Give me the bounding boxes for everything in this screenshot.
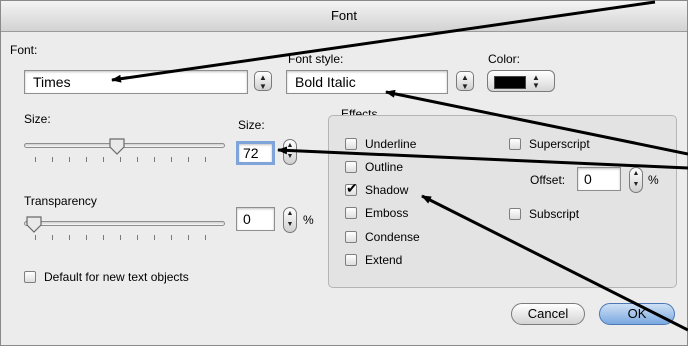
slider-tick xyxy=(154,157,155,162)
shadow-label: Shadow xyxy=(365,183,409,197)
extend-row[interactable]: Extend xyxy=(345,252,402,268)
up-down-arrows-icon: ▲ ▼ xyxy=(532,73,540,90)
subscript-row[interactable]: Subscript xyxy=(509,206,579,222)
offset-stepper[interactable]: ▲ ▼ xyxy=(629,167,643,193)
slider-tick xyxy=(35,157,36,162)
slider-tick xyxy=(69,235,70,240)
emboss-row[interactable]: Emboss xyxy=(345,205,408,221)
transparency-slider-track[interactable] xyxy=(24,221,225,226)
transparency-stepper[interactable]: ▲ ▼ xyxy=(283,207,297,233)
outline-row[interactable]: Outline xyxy=(345,159,403,175)
transparency-slider-knob[interactable] xyxy=(24,214,44,234)
slider-tick xyxy=(52,157,53,162)
offset-label: Offset: xyxy=(530,173,566,187)
outline-checkbox[interactable] xyxy=(345,161,357,173)
superscript-label: Superscript xyxy=(529,137,590,151)
slider-tick xyxy=(137,235,138,240)
slider-tick xyxy=(120,235,121,240)
cancel-button[interactable]: Cancel xyxy=(511,303,585,325)
default-checkbox-label: Default for new text objects xyxy=(44,270,189,284)
up-down-arrows-icon: ▲ ▼ xyxy=(461,73,469,91)
checkmark-icon: ✔ xyxy=(346,180,358,196)
up-down-arrows-icon: ▲ ▼ xyxy=(286,142,294,160)
color-swatch xyxy=(494,76,526,89)
up-down-arrows-icon: ▲ ▼ xyxy=(286,210,294,228)
slider-tick xyxy=(86,235,87,240)
slider-tick xyxy=(103,235,104,240)
superscript-checkbox[interactable] xyxy=(509,138,521,150)
color-popup-button[interactable]: ▲ ▼ xyxy=(487,70,555,92)
subscript-label: Subscript xyxy=(529,207,580,221)
emboss-checkbox[interactable] xyxy=(345,207,357,219)
font-style-popup-button[interactable]: ▲ ▼ xyxy=(456,71,474,91)
size-slider-label: Size: xyxy=(24,112,51,126)
slider-tick xyxy=(154,235,155,240)
transparency-unit: % xyxy=(303,213,314,227)
extend-label: Extend xyxy=(365,253,403,267)
slider-tick xyxy=(137,157,138,162)
shadow-row[interactable]: ✔ Shadow xyxy=(345,180,409,198)
offset-unit: % xyxy=(648,173,659,187)
default-checkbox[interactable] xyxy=(24,271,36,283)
font-popup-button[interactable]: ▲ ▼ xyxy=(254,71,272,91)
condense-label: Condense xyxy=(365,230,420,244)
slider-tick xyxy=(35,235,36,240)
extend-checkbox[interactable] xyxy=(345,254,357,266)
font-label: Font: xyxy=(10,43,38,57)
font-dialog: Font Font: Times ▲ ▼ Font style: Bold Ita… xyxy=(0,0,688,346)
slider-tick xyxy=(188,235,189,240)
slider-tick xyxy=(171,157,172,162)
slider-tick xyxy=(69,157,70,162)
slider-tick xyxy=(120,157,121,162)
condense-row[interactable]: Condense xyxy=(345,229,420,245)
up-down-arrows-icon: ▲ ▼ xyxy=(632,170,640,188)
size-field-label: Size: xyxy=(238,118,265,132)
slider-tick xyxy=(171,235,172,240)
superscript-row[interactable]: Superscript xyxy=(509,136,590,152)
shadow-checkbox[interactable]: ✔ xyxy=(345,180,358,196)
slider-tick xyxy=(205,235,206,240)
up-down-arrows-icon: ▲ ▼ xyxy=(259,73,267,91)
slider-tick xyxy=(52,235,53,240)
slider-tick xyxy=(188,157,189,162)
offset-field[interactable]: 0 xyxy=(577,167,621,191)
slider-tick xyxy=(103,157,104,162)
subscript-checkbox[interactable] xyxy=(509,208,521,220)
font-style-label: Font style: xyxy=(288,52,344,66)
font-style-field[interactable]: Bold Italic xyxy=(286,70,448,94)
transparency-field[interactable]: 0 xyxy=(236,207,275,231)
underline-checkbox[interactable] xyxy=(345,138,357,150)
outline-label: Outline xyxy=(365,160,404,174)
window-title: Font xyxy=(1,1,687,32)
underline-label: Underline xyxy=(365,137,417,151)
transparency-label: Transparency xyxy=(24,194,97,208)
font-name-field[interactable]: Times xyxy=(24,70,248,94)
slider-tick xyxy=(205,157,206,162)
emboss-label: Emboss xyxy=(365,206,409,220)
size-stepper[interactable]: ▲ ▼ xyxy=(283,139,297,165)
condense-checkbox[interactable] xyxy=(345,231,357,243)
size-field[interactable]: 72 xyxy=(236,141,275,165)
ok-button[interactable]: OK xyxy=(599,303,675,325)
color-label: Color: xyxy=(488,52,521,66)
underline-row[interactable]: Underline xyxy=(345,136,416,152)
size-slider-knob[interactable] xyxy=(107,136,127,156)
slider-tick xyxy=(86,157,87,162)
default-checkbox-row[interactable]: Default for new text objects xyxy=(24,269,189,285)
